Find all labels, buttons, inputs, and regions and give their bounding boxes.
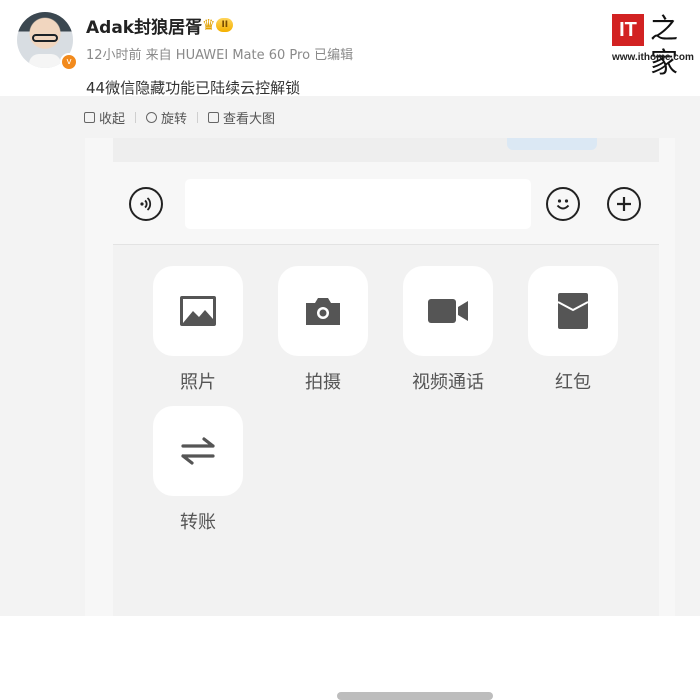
rotate-icon (146, 112, 158, 123)
view-large-label: 查看大图 (223, 112, 276, 127)
action-video-call[interactable]: 视频通话 (403, 266, 493, 394)
post-text: 44微信隐藏功能已陆续云控解锁 (86, 79, 301, 97)
emoji-button[interactable] (546, 187, 580, 221)
more-button[interactable] (607, 187, 641, 221)
vip-level: II (216, 18, 234, 32)
action-label: 视频通话 (412, 372, 484, 393)
username[interactable]: Adak封狼居胥 (86, 13, 202, 38)
action-red-packet[interactable]: 红包 (528, 266, 618, 394)
chat-input-bar (113, 170, 659, 245)
view-large-button[interactable]: 查看大图 (208, 108, 275, 127)
camera-icon (306, 298, 340, 325)
action-tile[interactable] (153, 266, 243, 356)
video-call-icon (428, 299, 468, 323)
rotate-label: 旋转 (161, 112, 188, 127)
transfer-icon (181, 437, 215, 465)
message-input[interactable] (185, 179, 531, 229)
shirt-shape (29, 54, 61, 68)
action-tile[interactable] (403, 266, 493, 356)
rotate-button[interactable]: 旋转 (146, 108, 187, 127)
action-tile[interactable] (153, 406, 243, 496)
action-camera[interactable]: 拍摄 (278, 266, 368, 394)
message-bubble (507, 138, 597, 150)
emoji-icon (556, 199, 570, 210)
post-header: v Adak封狼居胥 ♛ II 12小时前 来自 HUAWEI Mate 60 … (0, 0, 700, 97)
divider (135, 112, 137, 123)
divider (197, 112, 199, 123)
vip-badge[interactable]: ♛ II (202, 16, 242, 34)
action-photo[interactable]: 照片 (153, 266, 243, 394)
action-transfer[interactable]: 转账 (153, 406, 243, 534)
view-large-icon (208, 112, 220, 123)
collapse-button[interactable]: 收起 (84, 108, 125, 127)
action-tile[interactable] (278, 266, 368, 356)
action-tile[interactable] (528, 266, 618, 356)
image-icon (180, 296, 216, 326)
more-actions-panel: 照片 拍摄 视频通话 红包 转账 (113, 245, 659, 700)
home-indicator[interactable] (337, 692, 493, 700)
chat-screenshot: 照片 拍摄 视频通话 红包 转账 (85, 138, 675, 700)
crown-icon: ♛ (202, 16, 216, 34)
logo-handwriting: 之家 (650, 12, 679, 79)
image-toolbar: 收起 旋转 查看大图 (84, 108, 275, 127)
action-label: 照片 (180, 372, 216, 393)
verified-badge: v (60, 53, 78, 71)
ithome-logo: IT 之家 www.ithome.com (612, 12, 694, 79)
plus-icon (617, 197, 631, 211)
action-label: 转账 (180, 512, 216, 533)
action-label: 拍摄 (305, 372, 341, 393)
glasses-icon (32, 34, 58, 42)
collapse-label: 收起 (99, 112, 126, 127)
message-area (113, 138, 659, 162)
red-packet-icon (557, 293, 589, 329)
voice-icon (140, 197, 152, 211)
post-meta: 12小时前 来自 HUAWEI Mate 60 Pro 已编辑 (86, 48, 354, 63)
action-label: 红包 (555, 372, 591, 393)
logo-url: www.ithome.com (612, 52, 694, 63)
logo-mark: IT (612, 14, 644, 46)
voice-button[interactable] (129, 187, 163, 221)
collapse-icon (84, 112, 95, 123)
